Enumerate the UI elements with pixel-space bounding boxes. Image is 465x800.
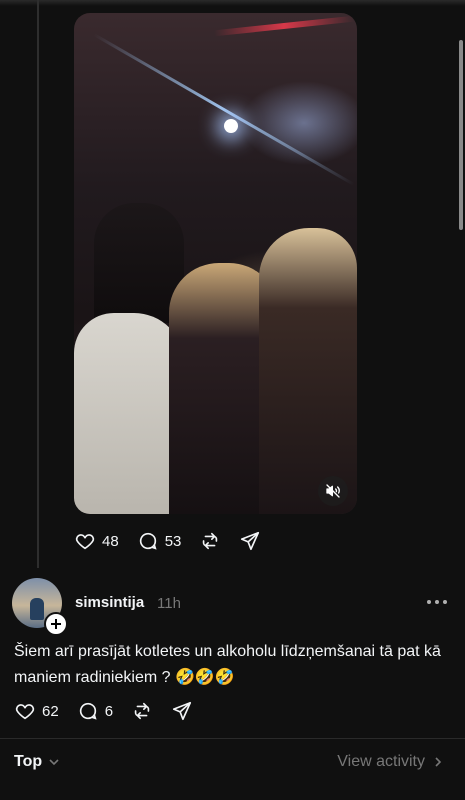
- share-button[interactable]: [171, 700, 193, 722]
- divider: [0, 738, 465, 739]
- more-dots-icon: [443, 600, 447, 604]
- top-edge: [0, 0, 465, 6]
- heart-icon: [75, 534, 95, 550]
- view-activity-link[interactable]: View activity: [337, 753, 445, 771]
- chevron-right-icon: [435, 757, 442, 767]
- more-options-button[interactable]: [427, 594, 447, 610]
- comment-icon: [79, 702, 97, 720]
- repost-icon: [134, 702, 150, 720]
- username[interactable]: simsintija: [75, 594, 144, 611]
- more-dots-icon: [427, 600, 431, 604]
- post-time: 11h: [157, 595, 181, 612]
- chevron-down-icon: [49, 759, 59, 766]
- mute-toggle-button[interactable]: [318, 476, 348, 506]
- like-count: 48: [102, 532, 119, 550]
- send-icon: [172, 701, 192, 721]
- like-button[interactable]: 48: [74, 530, 119, 552]
- follow-button[interactable]: [44, 612, 68, 636]
- video-light-beam: [93, 33, 355, 186]
- post1-actions: 48 53: [74, 530, 279, 552]
- like-count: 62: [42, 702, 59, 720]
- reply-button[interactable]: 6: [77, 700, 113, 722]
- video-person: [259, 228, 357, 514]
- post-text: Šiem arī prasījāt kotletes un alkoholu l…: [14, 643, 441, 686]
- reply-count: 53: [164, 532, 182, 550]
- heart-icon: [15, 704, 35, 720]
- video-person: [74, 313, 184, 514]
- share-button[interactable]: [239, 530, 261, 552]
- send-icon: [241, 531, 260, 551]
- avatar-figure: [30, 598, 44, 620]
- sort-label: Top: [14, 753, 43, 770]
- sort-dropdown[interactable]: Top: [14, 753, 61, 771]
- like-button[interactable]: 62: [14, 700, 59, 722]
- reply-count: 6: [104, 702, 114, 720]
- reply-button[interactable]: 53: [137, 530, 182, 552]
- video-spotlight: [224, 119, 238, 133]
- plus-icon: [51, 619, 61, 629]
- speaker-muted-icon: [326, 484, 340, 498]
- repost-button[interactable]: [199, 530, 221, 552]
- view-activity-label: View activity: [337, 753, 425, 770]
- repost-button[interactable]: [131, 700, 153, 722]
- post-video[interactable]: [74, 13, 357, 514]
- scrollbar[interactable]: [459, 40, 463, 230]
- more-dots-icon: [435, 600, 439, 604]
- repost-icon: [203, 532, 218, 550]
- thread-line: [37, 0, 39, 568]
- video-red-light: [214, 15, 354, 37]
- post2-actions: 62 6: [14, 700, 211, 722]
- comment-icon: [139, 532, 157, 550]
